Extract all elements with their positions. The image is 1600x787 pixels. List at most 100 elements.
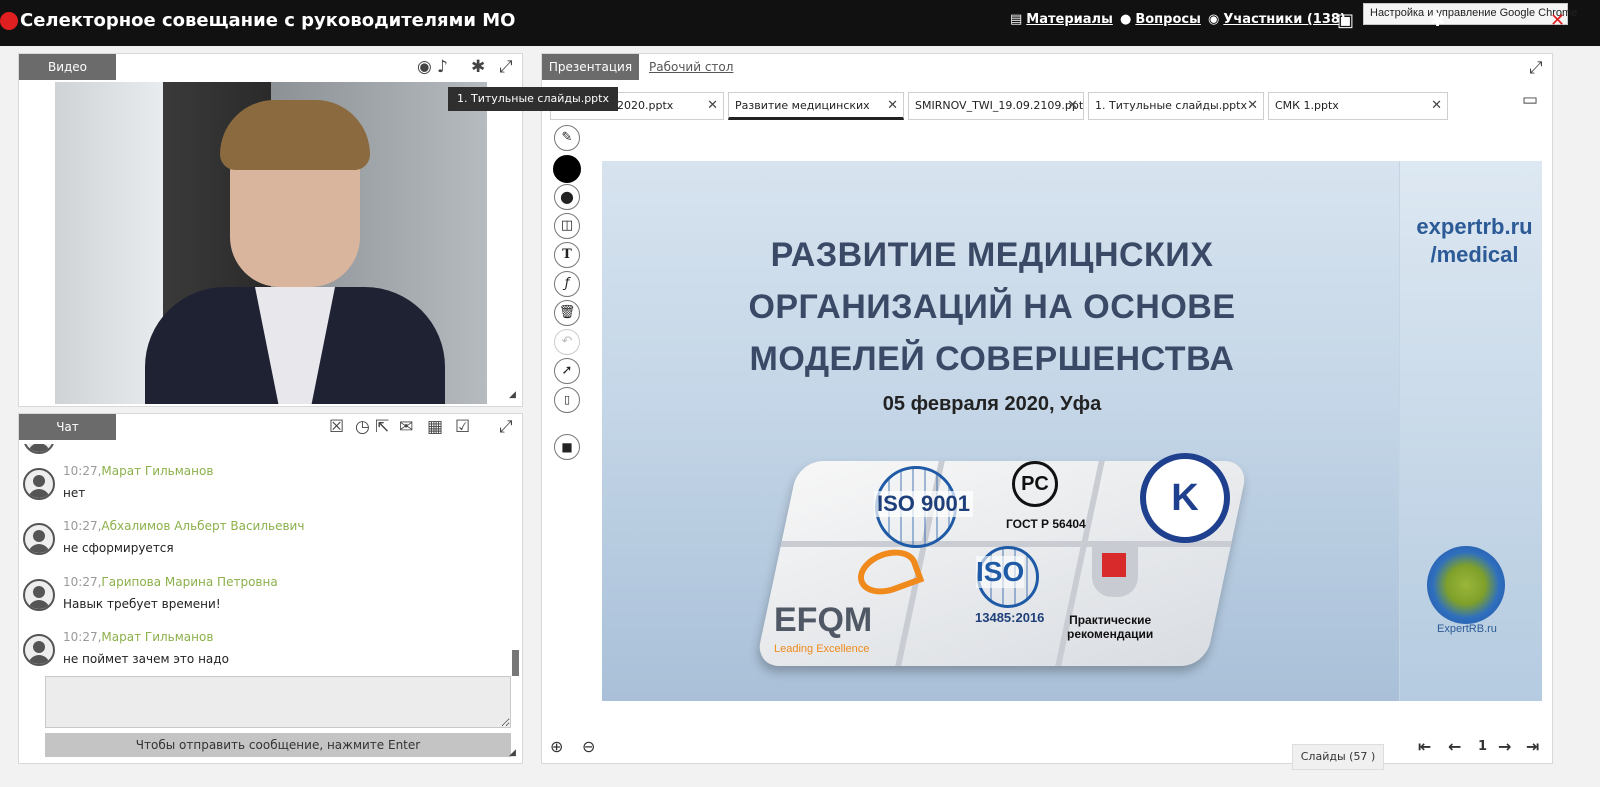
webcam-icon[interactable]: ◉ [417,57,432,77]
chat-scrollbar[interactable] [512,650,519,676]
questions-label: Вопросы [1135,12,1201,27]
resize-handle-icon[interactable]: ◢ [509,748,516,758]
gost-label: ГОСТ Р 56404 [1006,517,1086,531]
participants-label: Участники (138) [1223,12,1346,27]
close-icon[interactable]: ✕ [1431,98,1442,113]
tab-video[interactable]: Видео [19,54,116,80]
practical-label: Практические рекомендации [1067,613,1154,641]
trash-icon[interactable]: 🗑 [554,300,580,326]
file-tab-label: Развитие медицинских [735,99,870,112]
undo-icon[interactable]: ↶ [554,329,580,355]
recording-indicator-icon [0,12,18,30]
message-header: 10:27,Абхалимов Альберт Васильевич [63,519,305,533]
message-text: Навык требует времени! [63,597,221,611]
gear-icon[interactable]: ✱ [1430,10,1445,31]
file-tab-label: SMIRNOV_TWI_19.09.2109.pptx [915,99,1084,112]
gear-icon[interactable]: ✱ [471,57,485,77]
microphone-icon[interactable]: ♪ [437,57,448,77]
expand-icon[interactable]: ⤢ [499,417,513,437]
check-icon[interactable]: ☑ [455,417,470,437]
presentation-panel: Презентация Рабочий стол ⤢ ▭ 2020.pptx ✕ … [541,53,1553,770]
avatar [23,523,55,555]
tab-desktop[interactable]: Рабочий стол [649,60,733,74]
chat-message: 10:27,Абхалимов Альберт Васильевич не сф… [23,519,503,569]
chat-input[interactable] [45,676,511,728]
message-header: 10:27,Гарипова Марина Петровна [63,575,278,589]
formula-icon[interactable]: ƒ [554,271,580,297]
zoom-out-icon[interactable]: ⊖ [582,737,595,756]
slide-canvas: РАЗВИТИЕ МЕДИЦНСКИХ ОРГАНИЗАЦИЙ НА ОСНОВ… [602,161,1542,701]
settings-icon[interactable]: ▣ [1337,10,1354,31]
top-bar: Селекторное совещание с руководителями М… [0,0,1600,46]
last-slide-icon[interactable]: ⇥ [1526,737,1539,756]
file-tab[interactable]: SMIRNOV_TWI_19.09.2109.pptx ✕ [908,92,1084,120]
camera-icon[interactable]: ■ [554,434,580,460]
prev-slide-icon[interactable]: ← [1448,737,1461,756]
speaker-hair [220,100,370,170]
brush-size-icon[interactable]: ● [554,184,580,210]
slide-date: 05 февраля 2020, Уфа [882,393,1102,415]
color-black-swatch[interactable] [553,155,581,183]
chat-message: 10:27,Марат Гильманов не поймет зачем эт… [23,630,503,666]
send-hint[interactable]: Чтобы отправить сообщение, нажмите Enter [45,733,511,757]
app-title: Селекторное совещание с руководителями М… [20,10,516,31]
gost-mark: PC [1012,461,1058,507]
folder-icon[interactable]: ▭ [1522,90,1538,110]
slides-counter: Слайды (57 ) [1292,744,1384,770]
clear-icon[interactable]: ☒ [329,417,344,437]
efqm-sub-label: Leading Excellence [774,643,870,655]
chat-message: 10:27,Марат Гильманов нет [23,464,503,514]
close-icon[interactable]: ✕ [707,98,718,113]
close-icon[interactable]: ✕ [1550,10,1565,31]
slide-title: РАЗВИТИЕ МЕДИЦНСКИХ ОРГАНИЗАЦИЙ НА ОСНОВ… [748,236,1236,378]
resize-handle-icon[interactable]: ◢ [509,390,516,400]
file-tab-active[interactable]: Развитие медицинских ✕ [728,92,904,120]
shapes-icon[interactable]: ◫ [554,213,580,239]
chrome-tooltip: Настройка и управление Google Chrome [1363,3,1577,25]
tab-presentation[interactable]: Презентация [542,54,639,80]
iso-logo: ISO [976,556,1025,588]
close-icon[interactable]: ✕ [887,98,898,113]
expand-icon[interactable]: ⤢ [499,57,513,77]
iso-13485-label: 13485:2016 [975,610,1045,625]
chat-message: 10:27,Гарипова Марина Петровна Навык тре… [23,575,503,625]
red-cross-icon [1102,553,1126,577]
export-icon[interactable]: ⇱ [375,417,389,437]
prize-logo: K [1140,453,1230,543]
avatar [23,634,55,666]
chat-panel: Чат ☒ ◷ ⇱ ✉ ▦ ☑ ⤢ 10:27,Марат Гильманов … [18,413,523,764]
question-icon: ● [1120,12,1132,27]
clock-icon[interactable]: ◷ [355,417,370,437]
message-header: 10:27,Марат Гильманов [63,630,214,644]
avatar [23,468,55,500]
avatar [23,579,55,611]
zoom-in-icon[interactable]: ⊕ [550,737,563,756]
mail-icon[interactable]: ✉ [399,417,413,437]
message-text: не сформируется [63,541,174,555]
slide-site: expertrb.ru /medical [1416,214,1533,267]
materials-label: Материалы [1026,12,1113,27]
excel-icon[interactable]: ▦ [427,417,443,437]
file-tab[interactable]: СМК 1.pptx ✕ [1268,92,1448,120]
avatar [23,444,55,454]
materials-link[interactable]: ▤ Материалы [1010,12,1113,27]
text-tool-icon[interactable]: T [554,242,580,268]
iso9001-logo: ISO 9001 [874,491,973,517]
tab-chat[interactable]: Чат [19,414,116,440]
next-slide-icon[interactable]: → [1498,737,1511,756]
page-icon[interactable]: ▯ [554,387,580,413]
pencil-icon[interactable]: ✎ [554,125,580,151]
expand-icon[interactable]: ⤢ [1529,58,1543,78]
message-header: 10:27,Марат Гильманов [63,464,214,478]
first-slide-icon[interactable]: ⇤ [1418,737,1431,756]
close-icon[interactable]: ✕ [1247,98,1258,113]
message-text: не поймет зачем это надо [63,652,229,666]
file-tab-tooltip: 1. Титульные слайды.pptx [448,87,618,111]
efqm-logo: EFQM [774,601,873,639]
file-tab[interactable]: 1. Титульные слайды.pptx ✕ [1088,92,1264,120]
pointer-icon[interactable]: ➚ [554,358,580,384]
participants-link[interactable]: ◉ Участники (138) [1208,12,1346,27]
eye-icon: ◉ [1208,12,1220,27]
close-icon[interactable]: ✕ [1067,98,1078,113]
questions-link[interactable]: ● Вопросы [1120,12,1201,27]
